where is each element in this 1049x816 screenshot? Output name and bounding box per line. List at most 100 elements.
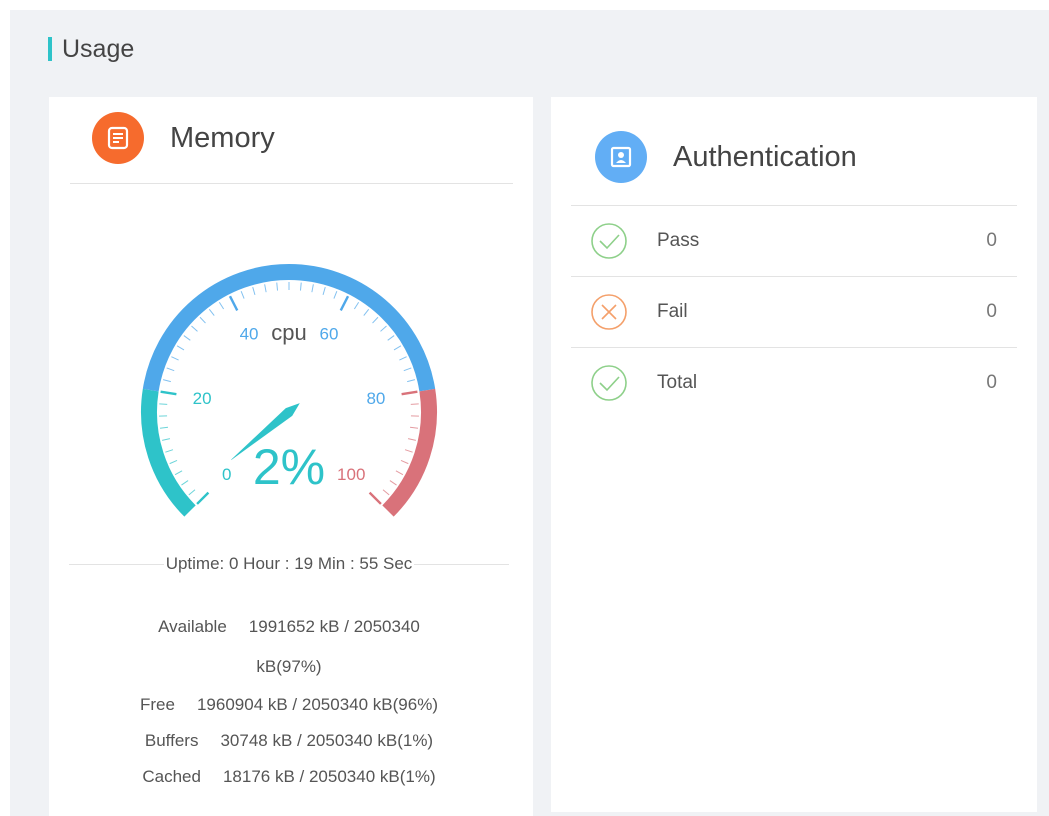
gauge-minor-tick (166, 367, 175, 372)
stat-label: Cached (142, 767, 201, 786)
gauge-tick-label: 40 (240, 325, 259, 344)
auth-row-value: 0 (986, 230, 997, 251)
gauge-minor-tick (159, 426, 169, 429)
gauge-tick-label: 0 (222, 465, 231, 484)
gauge-minor-tick (380, 325, 387, 332)
stat-label: Available (158, 617, 227, 636)
auth-row-label: Fail (657, 301, 688, 322)
gauge-minor-tick (353, 301, 360, 310)
uptime-line-left (69, 563, 164, 565)
auth-row-pass: Pass 0 (571, 205, 1017, 276)
authentication-title: Authentication (673, 140, 857, 173)
memory-stats: Available 1991652 kB / 2050340 kB(97%) Fr… (69, 607, 509, 795)
section-title-text: Usage (62, 34, 135, 63)
check-circle-icon (591, 365, 627, 401)
section-title: Usage (48, 34, 134, 64)
gauge-minor-tick (407, 438, 416, 441)
gauge-minor-tick (399, 356, 407, 361)
gauge-minor-tick (407, 379, 416, 383)
gauge-minor-tick (174, 470, 183, 476)
gauge-minor-tick (169, 459, 178, 465)
gauge-needle-tip (225, 458, 232, 465)
gauge-minor-tick (218, 301, 225, 310)
memory-icon (92, 112, 144, 164)
auth-row-label: Pass (657, 230, 700, 251)
authentication-card-header: Authentication (595, 131, 857, 183)
cpu-gauge: 0 20 40 60 80 100 cpu 2% (141, 264, 437, 517)
gauge-minor-tick (162, 379, 171, 383)
gauge-minor-tick (171, 356, 179, 361)
memory-stat-cached: Cached 18176 kB / 2050340 kB(1%) (69, 759, 509, 795)
gauge-minor-tick (322, 287, 326, 295)
gauge-value: 2% (253, 439, 325, 495)
auth-row-label: Total (657, 372, 698, 393)
uptime-text: Uptime: 0 Hour : 19 Min : 55 Sec (165, 554, 413, 573)
memory-stat-available: Available 1991652 kB / 2050340 kB(97%) (139, 607, 439, 687)
gauge-minor-tick (264, 284, 267, 293)
gauge-minor-tick (333, 290, 338, 299)
gauge-minor-tick (208, 308, 215, 316)
check-circle-icon (591, 223, 627, 259)
stat-label: Free (140, 695, 175, 714)
gauge-minor-tick (188, 489, 196, 496)
gauge-minor-tick (159, 403, 168, 405)
gauge-minor-tick (382, 489, 390, 496)
gauge-minor-tick (387, 335, 395, 341)
auth-row-value: 0 (986, 301, 997, 322)
gauge-minor-tick (404, 449, 413, 453)
uptime-line-right (414, 563, 510, 565)
gauge-label: cpu (271, 320, 306, 345)
id-card-icon (595, 131, 647, 183)
gauge-minor-tick (176, 345, 185, 351)
gauge-minor-tick (393, 345, 402, 351)
gauge-minor-tick (410, 403, 419, 405)
stat-value: 1960904 kB / 2050340 kB(96%) (196, 695, 438, 714)
gauge-minor-tick (409, 426, 419, 429)
gauge-tick-label: 80 (366, 389, 385, 408)
stat-value: 18176 kB / 2050340 kB(1%) (222, 767, 436, 786)
gauge-tick-label: 60 (319, 325, 338, 344)
gauge-minor-tick (400, 459, 409, 465)
gauge-tick-label: 20 (193, 389, 212, 408)
page: Usage Memory 0 20 40 60 80 100 cpu 2% Uptime: … (10, 10, 1049, 816)
gauge-major-tick (160, 390, 177, 396)
gauge-minor-tick (363, 308, 370, 316)
auth-row-total: Total 0 (571, 347, 1017, 418)
gauge-minor-tick (181, 480, 189, 486)
gauge-major-tick (401, 390, 418, 396)
gauge-major-tick (228, 295, 239, 311)
gauge-minor-tick (240, 290, 245, 299)
gauge-minor-tick (191, 325, 198, 332)
memory-stat-buffers: Buffers 30748 kB / 2050340 kB(1%) (69, 723, 509, 759)
gauge-minor-tick (395, 470, 404, 476)
gauge-minor-tick (165, 449, 174, 453)
gauge-minor-tick (183, 335, 191, 341)
section-accent-bar (48, 37, 52, 61)
memory-header-divider (70, 183, 513, 184)
authentication-card: Authentication Pass 0 Fail 0 Total 0 (551, 97, 1037, 812)
gauge-major-tick (196, 491, 210, 505)
auth-row-fail: Fail 0 (571, 276, 1017, 347)
gauge-minor-tick (311, 284, 314, 293)
gauge-major-tick (339, 295, 350, 311)
memory-title: Memory (170, 121, 275, 154)
gauge-tick-label: 100 (337, 465, 365, 484)
gauge-minor-tick (403, 367, 412, 372)
memory-stat-free: Free 1960904 kB / 2050340 kB(96%) (69, 687, 509, 723)
gauge-minor-tick (276, 282, 279, 291)
stat-label: Buffers (144, 731, 199, 750)
gauge-minor-tick (389, 480, 397, 486)
uptime: Uptime: 0 Hour : 19 Min : 55 Sec (69, 552, 510, 576)
memory-card-header: Memory (92, 112, 275, 164)
gauge-major-tick (368, 491, 382, 505)
x-circle-icon (591, 294, 627, 330)
gauge-minor-tick (299, 282, 302, 291)
stat-value: 30748 kB / 2050340 kB(1%) (220, 731, 434, 750)
stat-value: 1991652 kB / 2050340 kB(97%) (248, 617, 420, 676)
authentication-list: Pass 0 Fail 0 Total 0 (571, 205, 1017, 418)
memory-card: Memory 0 20 40 60 80 100 cpu 2% Uptime: 0 Hour… (49, 97, 533, 816)
gauge-minor-tick (199, 316, 206, 324)
gauge-minor-tick (162, 438, 171, 441)
gauge-minor-tick (252, 287, 256, 295)
gauge-minor-tick (372, 316, 379, 324)
